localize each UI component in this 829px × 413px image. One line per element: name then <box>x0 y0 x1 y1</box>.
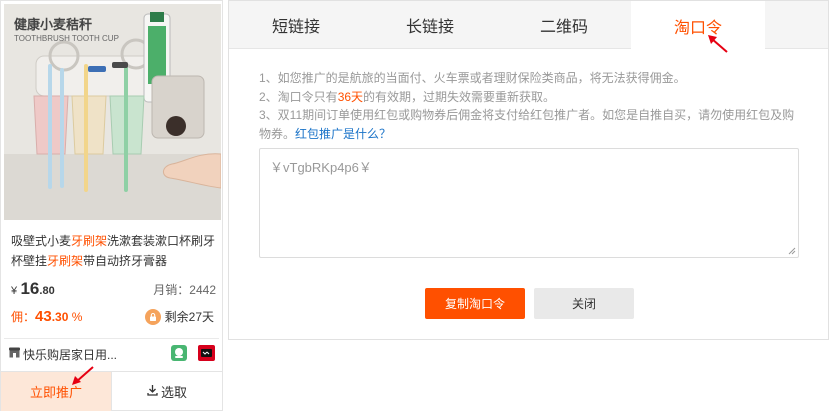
image-brand-text: 健康小麦秸秆 <box>14 18 93 33</box>
shop-row[interactable]: 快乐购居家日用... <box>9 344 216 364</box>
product-image[interactable]: 健康小麦秸秆 TOOTHBRUSH TOOTH CUP <box>4 4 221 220</box>
title-keyword: 牙刷架 <box>47 254 84 268</box>
link-type-tabs: 短链接 长链接 二维码 淘口令 <box>229 1 828 50</box>
price-row: ¥ 16.80 月销：2442 <box>11 279 216 299</box>
select-button[interactable]: 选取 <box>112 372 222 411</box>
resize-handle-icon[interactable] <box>788 247 796 255</box>
price-decimal: .80 <box>39 285 55 297</box>
commission-decimal: .30 <box>51 310 69 324</box>
tab-qr-code[interactable]: 二维码 <box>497 1 631 49</box>
lock-icon <box>144 308 161 325</box>
title-keyword: 牙刷架 <box>71 234 108 248</box>
notice-text-part: 的有效期，过期失效需要重新获取。 <box>363 89 556 104</box>
commission-label: 佣： <box>11 310 36 324</box>
notice-line-2: 2、淘口令只有36天的有效期，过期失效需要重新获取。 <box>259 88 804 107</box>
close-button[interactable]: 关闭 <box>534 288 634 319</box>
copy-button-label: 复制淘口令 <box>444 297 505 311</box>
tab-label: 二维码 <box>539 19 588 36</box>
select-label: 选取 <box>160 385 187 400</box>
price-integer: 16 <box>20 279 40 298</box>
tab-taokouling[interactable]: 淘口令 <box>631 1 765 50</box>
notice-text: 1、如您推广的是航旅的当面付、火车票或者理财保险类商品，将无法获得佣金。 2、淘… <box>259 69 804 143</box>
price-symbol: ¥ <box>11 285 18 297</box>
monthly-sales: 月销：2442 <box>153 283 216 297</box>
red-packet-help-link[interactable]: 红包推广是什么？ <box>295 127 391 141</box>
pointer-arrow-icon <box>72 366 94 385</box>
commission-unit: % <box>71 310 83 324</box>
commission-integer: 43 <box>35 308 52 325</box>
divider <box>4 338 219 339</box>
title-segment: 吸壁式小麦 <box>11 234 72 248</box>
card-actions: 立即推广 选取 <box>1 371 222 411</box>
image-sub-text: TOOTHBRUSH TOOTH CUP <box>14 34 119 43</box>
validity-days: 36天 <box>337 89 364 104</box>
tmall-icon <box>198 345 215 361</box>
product-title[interactable]: 吸壁式小麦牙刷架洗漱套装漱口杯刷牙杯壁挂牙刷架带自动挤牙膏器 <box>11 231 216 271</box>
promotion-link-dialog: 短链接 长链接 二维码 淘口令 1、如您推广的是航旅的当面付、火车票或者理财保险… <box>228 0 829 340</box>
commission-row: 佣：43.30 % 剩余27天 <box>11 308 216 328</box>
download-icon <box>147 384 158 399</box>
product-card: 健康小麦秸秆 TOOTHBRUSH TOOTH CUP 吸壁式小麦牙刷架洗漱套装… <box>0 0 223 411</box>
close-button-label: 关闭 <box>571 297 596 311</box>
pointer-arrow-icon <box>708 35 728 53</box>
green-badge-icon <box>171 345 187 361</box>
tab-long-link[interactable]: 长链接 <box>363 1 497 49</box>
taokouling-textarea[interactable]: ￥vTgbRKp4p6￥ <box>259 148 799 258</box>
copy-taokouling-button[interactable]: 复制淘口令 <box>425 288 525 319</box>
days-remaining-label: 剩余27天 <box>164 310 214 324</box>
notice-line-1: 1、如您推广的是航旅的当面付、火车票或者理财保险类商品，将无法获得佣金。 <box>259 71 686 85</box>
days-remaining: 剩余27天 <box>144 308 214 325</box>
shop-name[interactable]: 快乐购居家日用... <box>23 346 117 363</box>
tab-label: 短链接 <box>271 19 320 36</box>
notice-text-part: 2、淘口令只有 <box>259 89 338 104</box>
tab-short-link[interactable]: 短链接 <box>229 1 363 49</box>
shop-icon <box>9 347 20 361</box>
tab-label: 长链接 <box>405 19 454 36</box>
taokouling-value: ￥vTgbRKp4p6￥ <box>270 160 372 175</box>
notice-line-3: 3、双11期间订单使用红包或购物券后佣金将支付给红包推广者。如您是自推自买，请勿… <box>259 106 804 143</box>
title-segment: 带自动挤牙膏器 <box>83 254 168 268</box>
